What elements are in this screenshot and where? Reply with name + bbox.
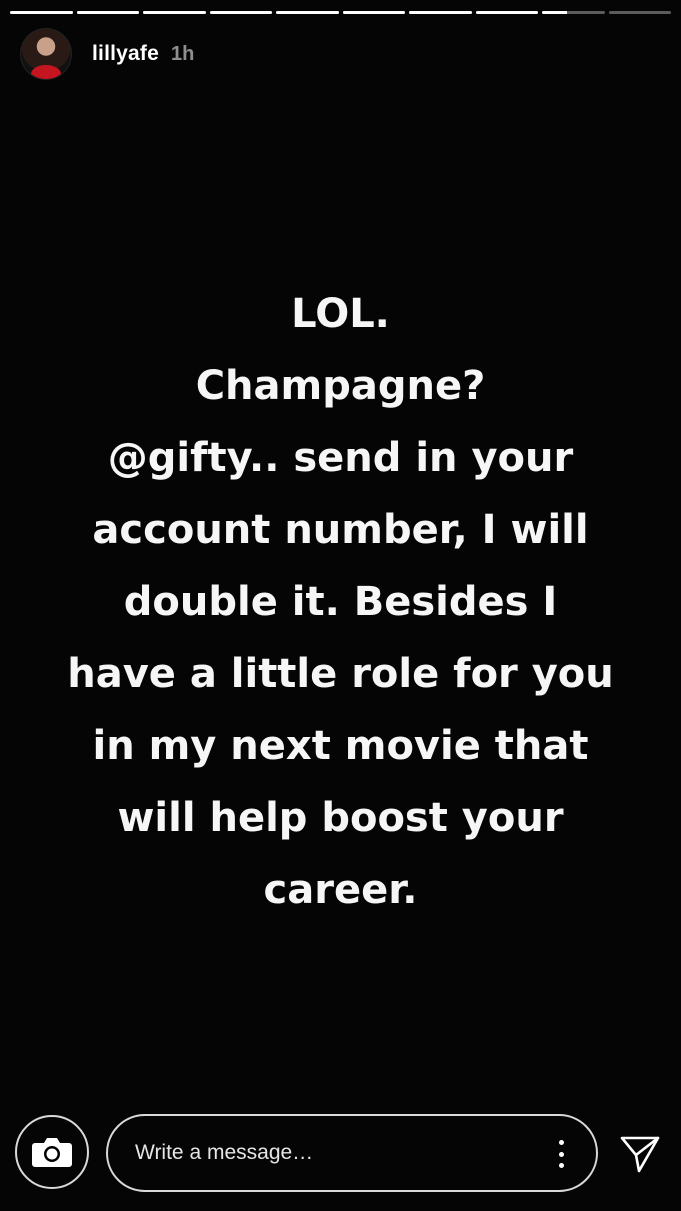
progress-segment	[409, 11, 472, 14]
progress-segment-fill	[10, 11, 73, 14]
progress-segment-fill	[276, 11, 339, 14]
send-icon[interactable]	[619, 1133, 661, 1175]
post-time: 1h	[170, 42, 195, 65]
username[interactable]: lillyafe	[92, 42, 159, 66]
progress-segment	[475, 11, 538, 14]
progress-segment-fill	[542, 11, 567, 14]
progress-segment-fill	[209, 11, 272, 14]
progress-segment-fill	[475, 11, 538, 14]
more-vertical-icon[interactable]	[556, 1140, 566, 1168]
story-header: lillyafe 1h	[20, 28, 194, 80]
caption-line: career.	[263, 867, 418, 913]
progress-segment	[10, 11, 73, 14]
message-field[interactable]	[106, 1114, 598, 1192]
progress-segment-fill	[143, 11, 206, 14]
caption-line: @gifty.. send in your	[107, 435, 574, 481]
progress-segment	[342, 11, 405, 14]
progress-segment	[542, 11, 605, 14]
caption-line: account number, I will	[92, 507, 589, 553]
story-viewer[interactable]: lillyafe 1h LOL. Champagne? @gifty.. sen…	[0, 0, 681, 1211]
avatar[interactable]	[20, 28, 72, 80]
progress-segment-fill	[76, 11, 139, 14]
story-caption: LOL. Champagne? @gifty.. send in your ac…	[40, 278, 641, 926]
progress-segment	[143, 11, 206, 14]
progress-segment	[608, 11, 671, 14]
camera-icon	[32, 1138, 72, 1167]
caption-line: will help boost your	[117, 795, 564, 841]
progress-segment-fill	[342, 11, 405, 14]
progress-segment	[276, 11, 339, 14]
progress-segment	[76, 11, 139, 14]
caption-line: LOL.	[291, 291, 390, 337]
progress-segment-fill	[409, 11, 472, 14]
message-input[interactable]	[133, 1140, 517, 1166]
caption-line: Champagne?	[195, 363, 486, 409]
caption-line: in my next movie that	[92, 723, 589, 769]
caption-line: double it. Besides I	[123, 579, 558, 625]
caption-line: have a little role for you	[67, 651, 614, 697]
story-progress-bar	[10, 11, 671, 14]
camera-button[interactable]	[15, 1115, 89, 1189]
progress-segment	[209, 11, 272, 14]
